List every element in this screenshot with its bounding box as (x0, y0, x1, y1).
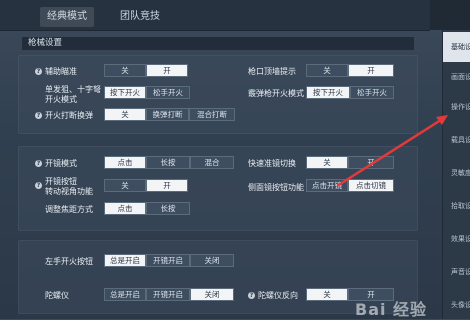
annotation-arrow-icon (336, 115, 448, 188)
watermark: Bai 经验 (355, 300, 428, 319)
